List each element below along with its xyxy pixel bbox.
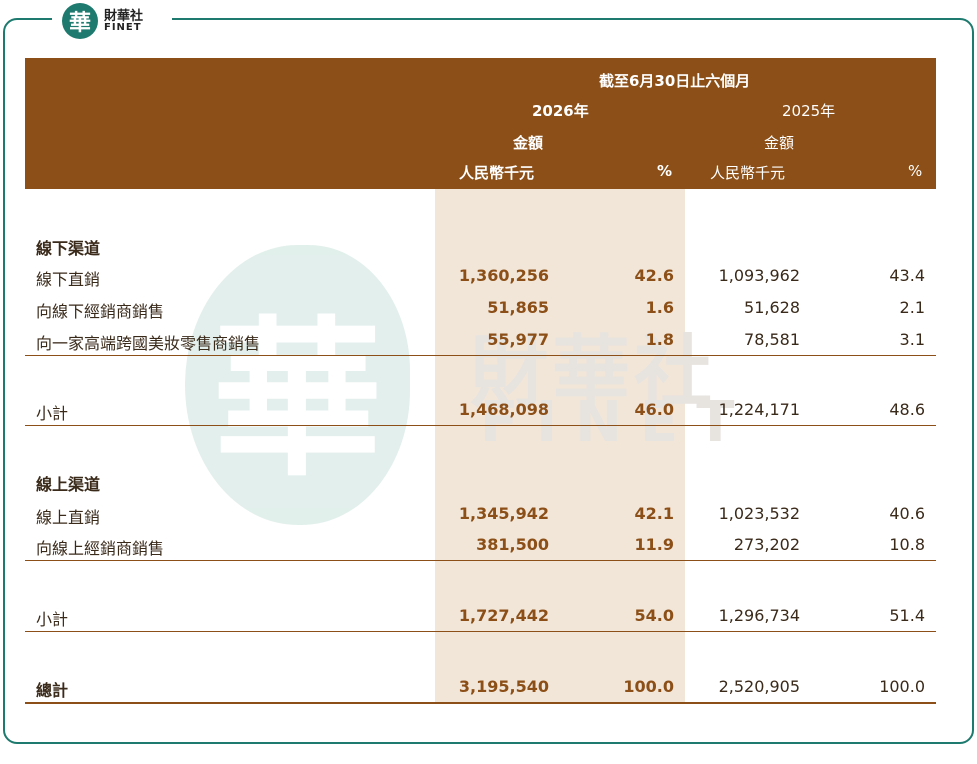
total-row: 總計 3,195,540 100.0 2,520,905 100.0	[25, 677, 936, 700]
pct-2025-heading: %	[908, 162, 923, 180]
unit-2026-heading: 人民幣千元	[459, 164, 535, 182]
pct-2025: 100.0	[879, 677, 925, 696]
value-2026: 381,500	[476, 535, 549, 554]
pct-2025: 51.4	[889, 606, 925, 625]
row-label: 線上直銷	[36, 508, 101, 527]
value-2025: 51,628	[744, 298, 800, 317]
value-2025: 1,296,734	[718, 606, 800, 625]
table-row: 向線上經銷商銷售 381,500 11.9 273,202 10.8	[25, 535, 936, 558]
unit-2025-heading: 人民幣千元	[710, 164, 786, 182]
pct-2025: 2.1	[899, 298, 925, 317]
row-label: 向線上經銷商銷售	[36, 539, 165, 558]
pct-2026: 42.1	[634, 504, 674, 523]
value-2025: 1,224,171	[718, 400, 800, 419]
total-divider	[25, 702, 936, 704]
pct-2025: 43.4	[889, 266, 925, 285]
table-header: 截至6月30日止六個月 2026年 2025年 金額 金額 人民幣千元 % 人民…	[25, 58, 936, 189]
row-label: 總計	[36, 681, 69, 700]
year-2025-heading: 2025年	[782, 102, 836, 120]
pct-2026-heading: %	[657, 162, 673, 180]
pct-2025: 3.1	[899, 330, 925, 349]
value-2025: 273,202	[733, 535, 800, 554]
pct-2025: 48.6	[889, 400, 925, 419]
value-2026: 55,977	[487, 330, 549, 349]
year-2026-heading: 2026年	[532, 102, 589, 120]
brand-mark: 華	[62, 3, 98, 39]
row-label: 向一家高端跨國美妝零售商銷售	[36, 334, 261, 353]
subtotal-row-online: 小計 1,727,442 54.0 1,296,734 51.4	[25, 606, 936, 629]
value-2026: 51,865	[487, 298, 549, 317]
row-divider	[25, 631, 936, 632]
value-2025: 78,581	[744, 330, 800, 349]
pct-2026: 1.8	[645, 330, 674, 349]
period-heading: 截至6月30日止六個月	[599, 72, 751, 90]
table-row: 線上直銷 1,345,942 42.1 1,023,532 40.6	[25, 504, 936, 527]
subtotal-row-offline: 小計 1,468,098 46.0 1,224,171 48.6	[25, 400, 936, 423]
table-row: 線下直銷 1,360,256 42.6 1,093,962 43.4	[25, 266, 936, 289]
pct-2025: 40.6	[889, 504, 925, 523]
value-2026: 1,345,942	[458, 504, 549, 523]
pct-2026: 1.6	[645, 298, 674, 317]
value-2025: 1,093,962	[718, 266, 800, 285]
brand-name-en: FINET	[104, 21, 142, 33]
section-title-offline: 線下渠道	[36, 239, 101, 258]
pct-2026: 42.6	[634, 266, 674, 285]
row-divider	[25, 355, 936, 356]
row-label: 小計	[36, 404, 69, 423]
amount-2025-heading: 金額	[764, 134, 795, 152]
pct-2026: 46.0	[634, 400, 674, 419]
pct-2026: 54.0	[634, 606, 674, 625]
value-2026: 1,468,098	[458, 400, 549, 419]
row-label: 小計	[36, 610, 69, 629]
pct-2025: 10.8	[889, 535, 925, 554]
value-2025: 2,520,905	[718, 677, 800, 696]
value-2026: 1,360,256	[458, 266, 549, 285]
pct-2026: 100.0	[623, 677, 674, 696]
brand-name-cn: 財華社	[104, 8, 144, 24]
row-label: 線下直銷	[36, 270, 101, 289]
section-title-online: 線上渠道	[36, 475, 101, 494]
value-2025: 1,023,532	[718, 504, 800, 523]
row-divider	[25, 560, 936, 561]
row-label: 向線下經銷商銷售	[36, 302, 165, 321]
amount-2026-heading: 金額	[513, 134, 544, 152]
row-divider	[25, 425, 936, 426]
value-2026: 1,727,442	[458, 606, 549, 625]
brand-logo: 華 財華社 FINET	[52, 0, 172, 42]
value-2026: 3,195,540	[458, 677, 549, 696]
table-row: 向線下經銷商銷售 51,865 1.6 51,628 2.1	[25, 298, 936, 321]
table-row: 向一家高端跨國美妝零售商銷售 55,977 1.8 78,581 3.1	[25, 330, 936, 353]
pct-2026: 11.9	[634, 535, 674, 554]
